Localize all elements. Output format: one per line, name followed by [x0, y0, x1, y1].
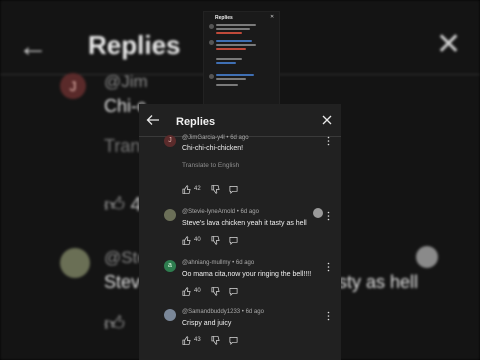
- mini-line: [216, 40, 252, 42]
- mini-line: [216, 48, 246, 50]
- creator-heart-badge: [313, 208, 323, 218]
- bg-author: @Jim: [104, 72, 148, 91]
- mini-line: [216, 44, 256, 46]
- comment-text: Crispy and juicy: [182, 320, 232, 327]
- mini-line: [216, 28, 250, 30]
- bg-back-arrow-icon: ←: [18, 30, 48, 63]
- thumbs-down-icon[interactable]: [211, 236, 220, 245]
- more-vert-icon[interactable]: [327, 211, 330, 221]
- mini-line: [216, 78, 246, 80]
- mini-title: Replies: [215, 15, 233, 21]
- bg-avatar: J: [60, 73, 86, 99]
- thumbs-up-icon[interactable]: [182, 236, 191, 245]
- mini-preview: Replies ✕: [203, 11, 280, 105]
- mini-avatar: [209, 40, 214, 45]
- bg-yt-dot: [416, 246, 438, 268]
- bg-title: Replies: [88, 30, 181, 60]
- bg-like-row-2: 👍︎: [104, 312, 125, 336]
- comment-author[interactable]: @JimGarcia-y4l • 6d ago: [182, 135, 249, 141]
- comment-author[interactable]: @Samandbuddy1233 • 6d ago: [182, 309, 264, 315]
- replies-panel: Replies J @JimGarcia-y4l • 6d ago Chi-ch…: [139, 104, 341, 360]
- avatar[interactable]: [164, 309, 176, 321]
- avatar[interactable]: a: [164, 260, 176, 272]
- back-arrow-icon[interactable]: [146, 113, 160, 127]
- mini-line: [216, 32, 242, 34]
- like-count: 42: [194, 186, 201, 192]
- mini-line: [216, 84, 238, 86]
- thumbs-down-icon[interactable]: [211, 336, 220, 345]
- bg-avatar-2: [60, 248, 90, 278]
- mini-avatar: [209, 74, 214, 79]
- thumbs-down-icon[interactable]: [211, 287, 220, 296]
- bg-comment-2-tail: sty as hell: [338, 272, 419, 292]
- more-vert-icon[interactable]: [327, 136, 330, 146]
- thumbs-up-icon[interactable]: [182, 185, 191, 194]
- mini-close-icon: ✕: [270, 14, 275, 20]
- panel-title: Replies: [176, 116, 216, 128]
- more-vert-icon[interactable]: [327, 311, 330, 321]
- mini-line: [216, 58, 242, 60]
- bg-translate: Tran: [104, 136, 141, 156]
- like-count: 40: [194, 237, 201, 243]
- comment-author[interactable]: @ahniang-mullmy • 6d ago: [182, 260, 254, 266]
- translate-link[interactable]: Translate to English: [182, 162, 239, 169]
- mini-line: [216, 74, 254, 76]
- thumbs-down-icon[interactable]: [211, 185, 220, 194]
- mini-line: [216, 62, 236, 64]
- reply-icon[interactable]: [229, 336, 238, 345]
- mini-avatar: [209, 24, 214, 29]
- comment-text: Chi-chi-chi-chicken!: [182, 145, 244, 152]
- comment-author[interactable]: @Stevie-lyneArnold • 6d ago: [182, 209, 259, 215]
- comment-text: Oo mama cita,now your ringing the bell!!…: [182, 271, 312, 278]
- more-vert-icon[interactable]: [327, 262, 330, 272]
- panel-header: Replies: [139, 104, 341, 137]
- bg-close-icon: ✕: [436, 28, 462, 61]
- close-icon[interactable]: [321, 114, 333, 126]
- bg-thumbs-up-icon: 👍︎: [104, 194, 125, 216]
- comment-text: Steve's lava chicken yeah it tasty as he…: [182, 220, 307, 227]
- reply-icon[interactable]: [229, 236, 238, 245]
- reply-icon[interactable]: [229, 185, 238, 194]
- thumbs-up-icon[interactable]: [182, 287, 191, 296]
- reply-icon[interactable]: [229, 287, 238, 296]
- like-count: 43: [194, 337, 201, 343]
- avatar[interactable]: J: [164, 135, 176, 147]
- mini-line: [216, 24, 256, 26]
- thumbs-up-icon[interactable]: [182, 336, 191, 345]
- like-count: 40: [194, 288, 201, 294]
- avatar[interactable]: [164, 209, 176, 221]
- bg-thumbs-up-icon: 👍︎: [104, 313, 125, 335]
